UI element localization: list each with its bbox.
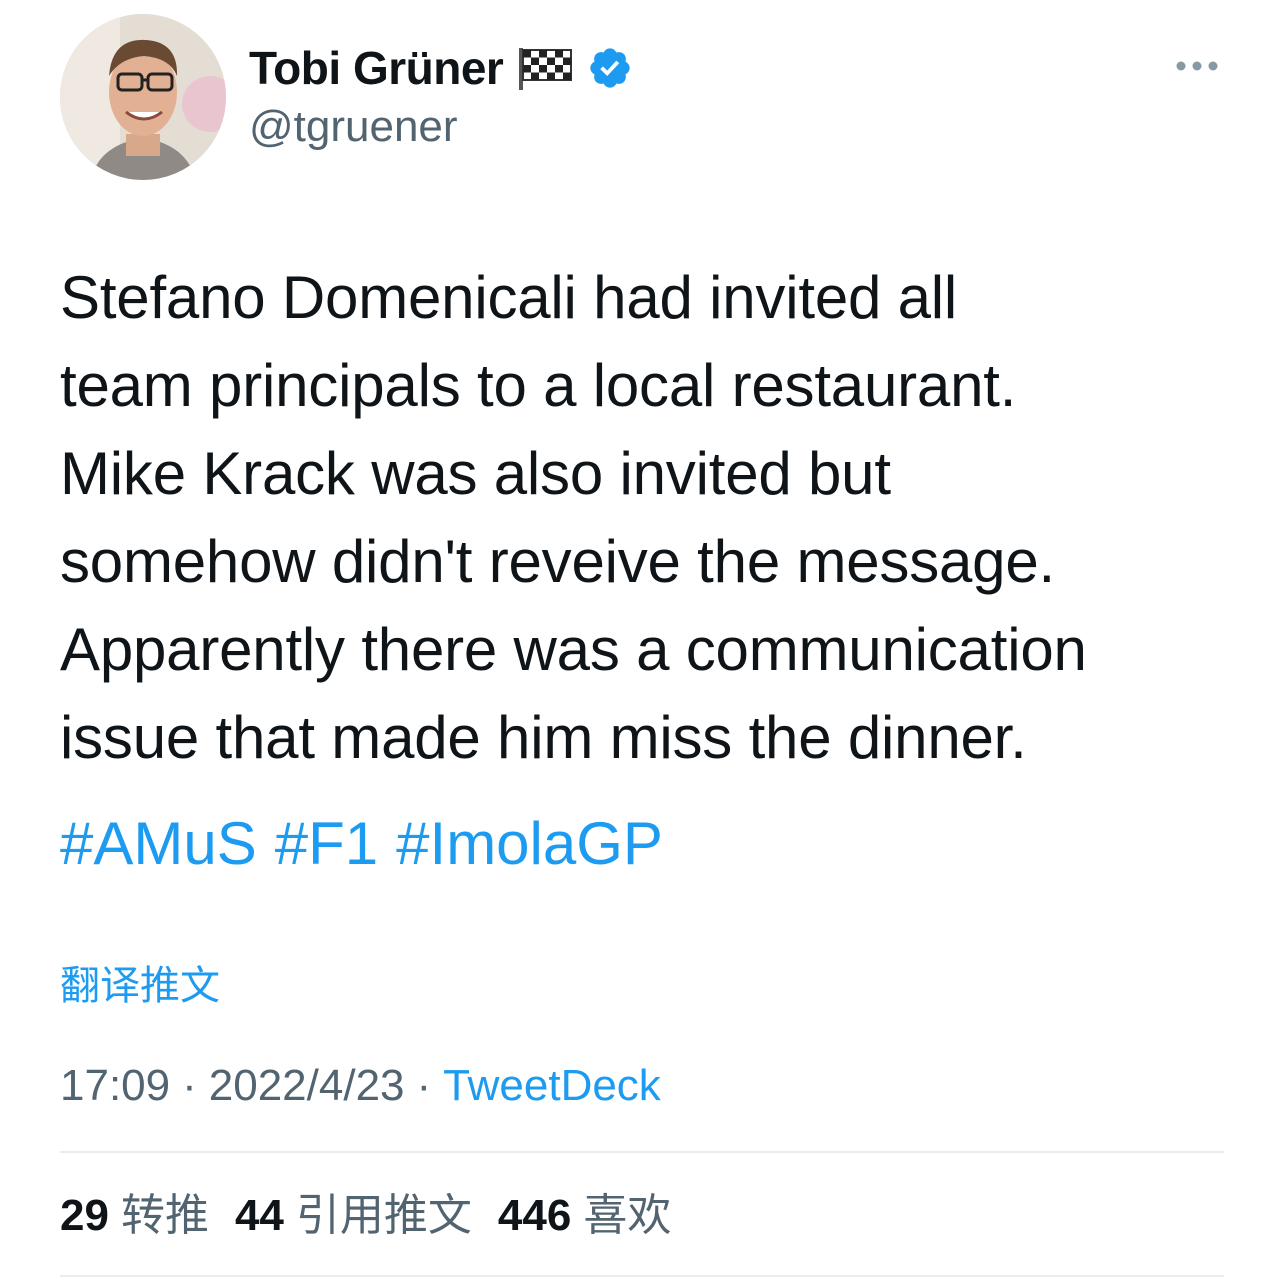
hashtag-link[interactable]: #AMuS — [60, 800, 257, 888]
divider — [60, 1151, 1224, 1153]
author-name-row[interactable]: Tobi Grüner — [249, 40, 633, 96]
quotes-stat[interactable]: 44 引用推文 — [235, 1184, 472, 1248]
author-handle[interactable]: @tgruener — [249, 102, 458, 152]
meta-separator: · — [182, 1061, 197, 1110]
tweet-time[interactable]: 17:09 — [60, 1056, 170, 1116]
avatar[interactable] — [60, 14, 226, 180]
hashtag-link[interactable]: #ImolaGP — [396, 800, 663, 888]
hashtag-link[interactable]: #F1 — [275, 800, 378, 888]
quotes-label: 引用推文 — [295, 1191, 472, 1240]
retweets-label: 转推 — [120, 1191, 209, 1240]
tweet-stats: 29 转推 44 引用推文 446 喜欢 — [60, 1184, 671, 1248]
translate-tweet-link[interactable]: 翻译推文 — [60, 958, 220, 1014]
avatar-photo — [60, 14, 226, 180]
divider — [60, 1275, 1224, 1277]
hashtag-list: #AMuS #F1 #ImolaGP — [60, 800, 663, 888]
meta-separator: · — [416, 1061, 432, 1110]
tweet-meta: 17:09 · 2022/4/23 · TweetDeck — [60, 1056, 661, 1116]
retweets-count: 29 — [60, 1191, 109, 1240]
likes-count: 446 — [497, 1191, 572, 1240]
retweets-stat[interactable]: 29 转推 — [60, 1184, 209, 1248]
likes-stat[interactable]: 446 喜欢 — [498, 1184, 671, 1248]
chequered-flag-icon — [517, 46, 573, 90]
tweet-text: Stefano Domenicali had invited all team … — [60, 264, 1087, 771]
author-name[interactable]: Tobi Grüner — [249, 41, 504, 95]
tweet-date[interactable]: 2022/4/23 — [209, 1056, 405, 1116]
verified-badge-icon — [587, 45, 633, 91]
quotes-count: 44 — [234, 1191, 284, 1240]
more-options-icon[interactable] — [1174, 56, 1220, 76]
likes-label: 喜欢 — [583, 1191, 672, 1240]
tweet-source-link[interactable]: TweetDeck — [443, 1056, 661, 1116]
